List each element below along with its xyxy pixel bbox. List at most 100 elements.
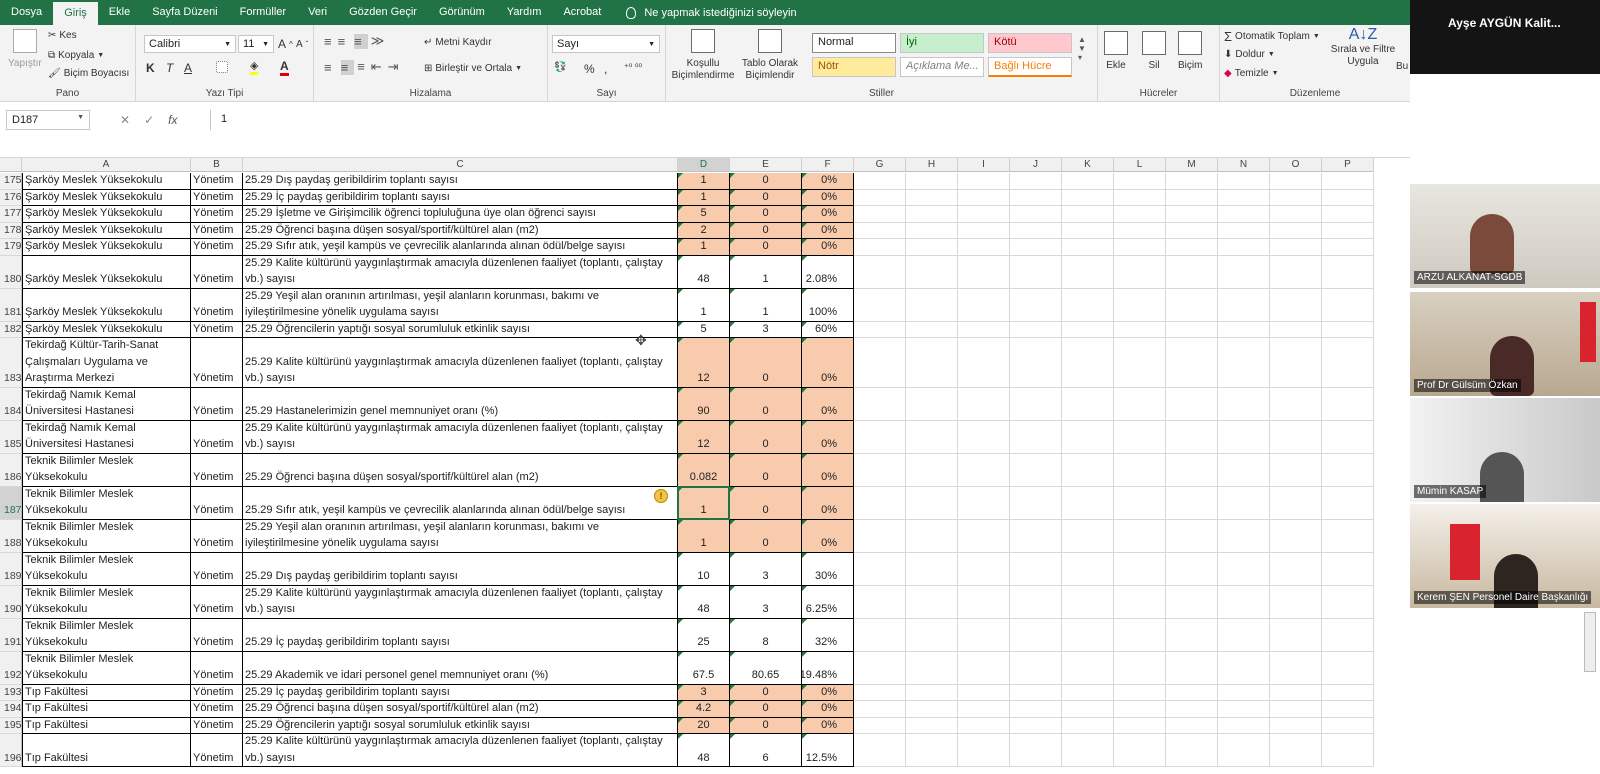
empty-cell[interactable] (1062, 717, 1114, 734)
cell-unit[interactable]: Teknik Bilimler Meslek Yüksekokulu (22, 552, 191, 586)
cell-target[interactable]: 10 (678, 552, 730, 586)
empty-cell[interactable] (1270, 651, 1322, 685)
cell-area[interactable]: Yönetim (191, 222, 243, 239)
row-header[interactable]: 193 (0, 684, 22, 701)
empty-cell[interactable] (958, 321, 1010, 338)
empty-cell[interactable] (1166, 222, 1218, 239)
cell-unit[interactable]: Şarköy Meslek Yüksekokulu (22, 255, 191, 289)
empty-cell[interactable] (1218, 239, 1270, 256)
empty-cell[interactable] (906, 585, 958, 619)
empty-cell[interactable] (1270, 255, 1322, 289)
cell-area[interactable]: Yönetim (191, 173, 243, 190)
empty-cell[interactable] (1270, 618, 1322, 652)
empty-cell[interactable] (1270, 585, 1322, 619)
styles-scroll[interactable]: ▲ ▼ ▾ (1078, 35, 1086, 62)
empty-cell[interactable] (1010, 189, 1062, 206)
empty-cell[interactable] (1270, 239, 1322, 256)
horizontal-align-buttons[interactable]: ≡ ≡ ≡⇤⇥ (324, 59, 405, 75)
empty-cell[interactable] (1322, 387, 1374, 421)
cell-area[interactable]: Yönetim (191, 717, 243, 734)
cell-target[interactable]: 90 (678, 387, 730, 421)
column-header[interactable]: L (1114, 158, 1166, 172)
empty-cell[interactable] (958, 239, 1010, 256)
empty-cell[interactable] (1218, 387, 1270, 421)
empty-cell[interactable] (1062, 701, 1114, 718)
empty-cell[interactable] (854, 321, 906, 338)
cell-ratio[interactable]: 2.08% (802, 255, 854, 289)
cell-indicator[interactable]: 25.29 Akademik ve idari personel genel m… (243, 651, 678, 685)
empty-cell[interactable] (1322, 206, 1374, 223)
empty-cell[interactable] (854, 387, 906, 421)
currency-button[interactable]: 💱 (554, 62, 566, 73)
empty-cell[interactable] (1218, 701, 1270, 718)
empty-cell[interactable] (1062, 552, 1114, 586)
cell-actual[interactable]: 0 (730, 173, 802, 190)
empty-cell[interactable] (958, 206, 1010, 223)
cell-area[interactable]: Yönetim (191, 651, 243, 685)
empty-cell[interactable] (1218, 338, 1270, 388)
cell-ratio[interactable]: 0% (802, 173, 854, 190)
row-header[interactable]: 179 (0, 239, 22, 256)
row-header[interactable]: 177 (0, 206, 22, 223)
cell-unit[interactable]: Tıp Fakültesi (22, 717, 191, 734)
cell-unit[interactable]: Tekirdağ Namık Kemal Üniversitesi Hastane… (22, 420, 191, 454)
empty-cell[interactable] (958, 552, 1010, 586)
paste-button[interactable]: Yapıştır (8, 29, 42, 69)
empty-cell[interactable] (1166, 519, 1218, 553)
cell-target[interactable]: 3 (678, 684, 730, 701)
empty-cell[interactable] (1166, 173, 1218, 190)
empty-cell[interactable] (906, 255, 958, 289)
empty-cell[interactable] (1010, 618, 1062, 652)
empty-cell[interactable] (1218, 519, 1270, 553)
cell-unit[interactable]: Teknik Bilimler Meslek Yüksekokulu (22, 486, 191, 520)
empty-cell[interactable] (1166, 288, 1218, 322)
empty-cell[interactable] (906, 222, 958, 239)
empty-cell[interactable] (1010, 255, 1062, 289)
empty-cell[interactable] (906, 387, 958, 421)
empty-cell[interactable] (958, 701, 1010, 718)
row-header[interactable]: 190 (0, 585, 22, 619)
empty-cell[interactable] (1270, 338, 1322, 388)
row-header[interactable]: 176 (0, 189, 22, 206)
vertical-align-buttons[interactable]: ≡≡ ≡ ≫ (324, 33, 390, 49)
empty-cell[interactable] (1010, 651, 1062, 685)
empty-cell[interactable] (1062, 618, 1114, 652)
cell-unit[interactable]: Şarköy Meslek Yüksekokulu (22, 321, 191, 338)
empty-cell[interactable] (1114, 552, 1166, 586)
empty-cell[interactable] (854, 585, 906, 619)
menu-tab[interactable]: Ekle (98, 0, 141, 25)
empty-cell[interactable] (1010, 453, 1062, 487)
empty-cell[interactable] (1114, 486, 1166, 520)
cell-ratio[interactable]: 0% (802, 222, 854, 239)
empty-cell[interactable] (958, 420, 1010, 454)
cell-target[interactable]: 2 (678, 222, 730, 239)
conditional-format-button[interactable]: Koşullu Biçimlendirme (672, 29, 734, 82)
empty-cell[interactable] (1218, 684, 1270, 701)
cell-target[interactable]: 1 (678, 239, 730, 256)
video-tile-3[interactable]: Mümin KASAP (1410, 398, 1600, 502)
cell-area[interactable]: Yönetim (191, 585, 243, 619)
empty-cell[interactable] (958, 189, 1010, 206)
worksheet-grid[interactable]: A B C D E F G H I J K L M N O P 175 Şarköy Meslek Yükseko… (0, 158, 1410, 774)
empty-cell[interactable] (906, 173, 958, 190)
cell-area[interactable]: Yönetim (191, 486, 243, 520)
empty-cell[interactable] (1062, 338, 1114, 388)
cell-target[interactable]: 5 (678, 321, 730, 338)
cell-indicator[interactable]: 25.29 Yeşil alan oranının artırılması, y… (243, 519, 678, 553)
cell-area[interactable]: Yönetim (191, 239, 243, 256)
empty-cell[interactable] (1062, 189, 1114, 206)
empty-cell[interactable] (854, 338, 906, 388)
cell-ratio[interactable]: 60% (802, 321, 854, 338)
empty-cell[interactable] (854, 453, 906, 487)
cell-target[interactable]: 12 (678, 338, 730, 388)
empty-cell[interactable] (1270, 189, 1322, 206)
row-header[interactable]: 189 (0, 552, 22, 586)
font-name-select[interactable]: Calibri ▼ (144, 35, 236, 53)
delete-cells-button[interactable]: Sil (1142, 31, 1166, 71)
empty-cell[interactable] (1166, 618, 1218, 652)
empty-cell[interactable] (1322, 717, 1374, 734)
empty-cell[interactable] (1270, 717, 1322, 734)
comma-button[interactable]: , (604, 62, 607, 76)
column-header[interactable]: P (1322, 158, 1374, 172)
empty-cell[interactable] (1166, 321, 1218, 338)
